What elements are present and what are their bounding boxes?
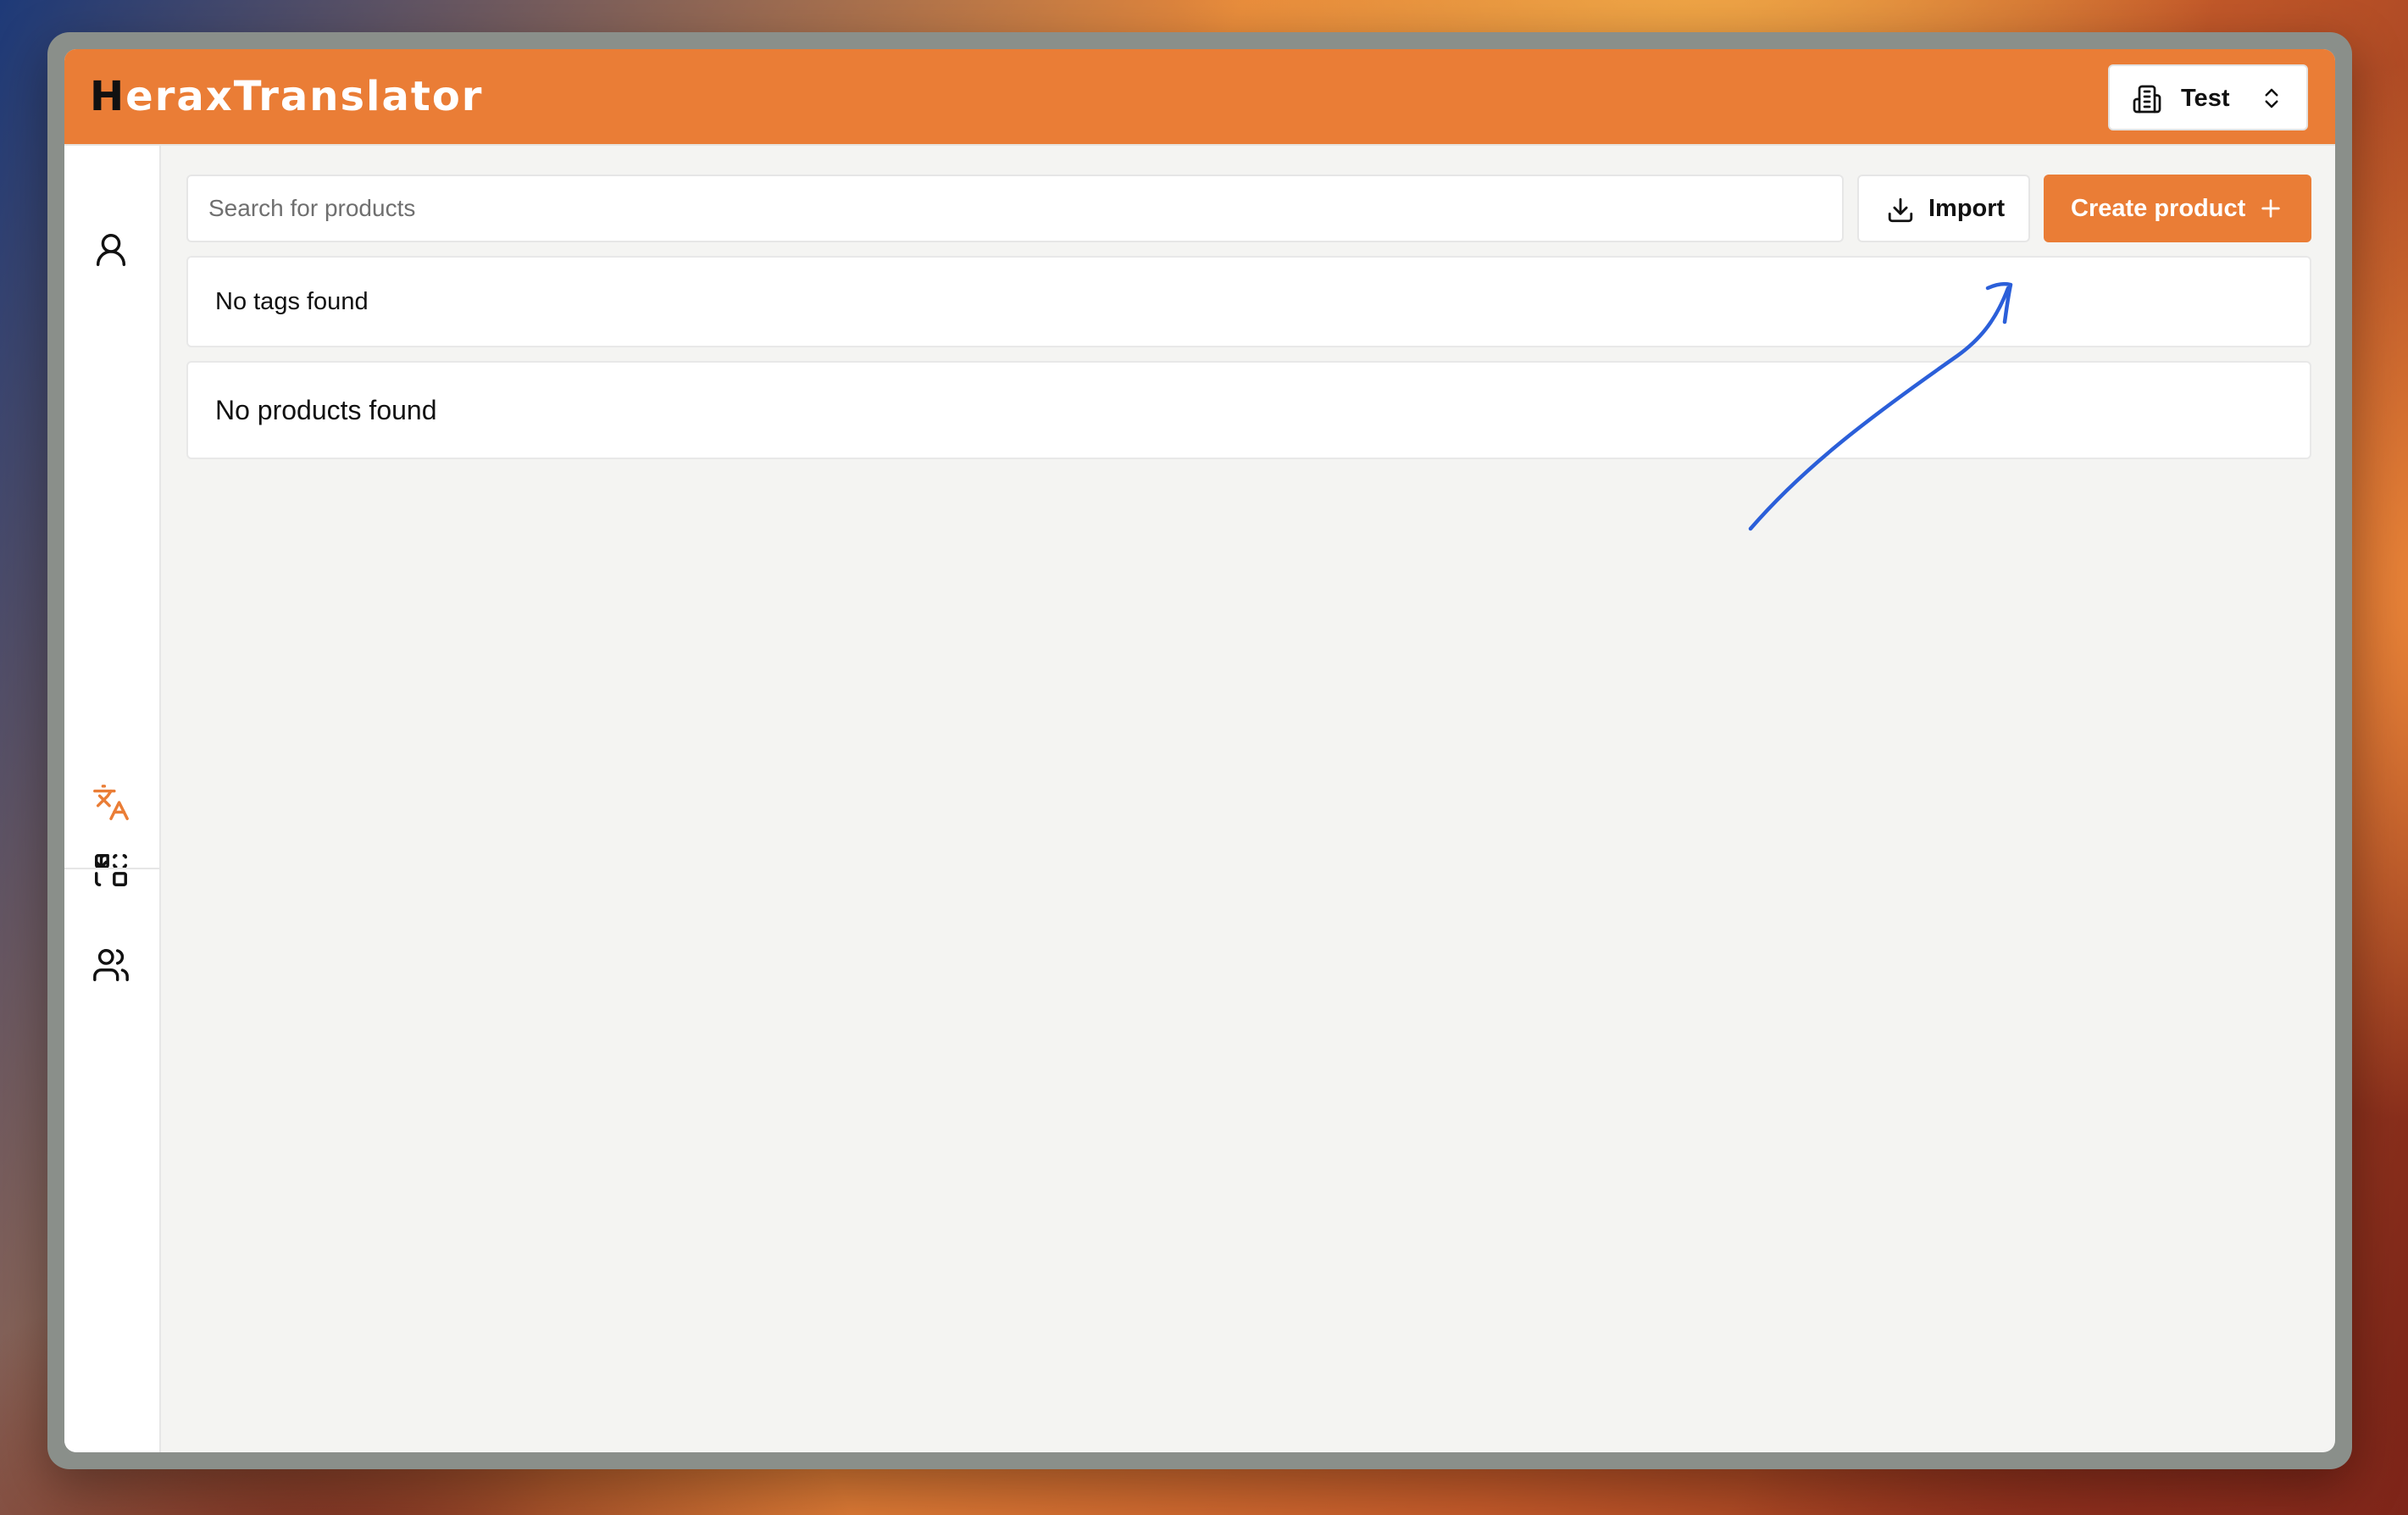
import-button-label: Import: [1928, 195, 2006, 222]
create-product-button[interactable]: Create product: [2044, 175, 2311, 242]
app-logo[interactable]: HeraxTranslator: [90, 73, 483, 120]
user-icon: [96, 234, 126, 266]
sidebar: [64, 146, 161, 1452]
building-icon: [2133, 85, 2161, 114]
sidebar-item-team[interactable]: [92, 946, 130, 985]
import-button[interactable]: Import: [1857, 175, 2030, 242]
logo-mark: H: [90, 73, 126, 120]
organization-selector[interactable]: Test: [2108, 64, 2308, 130]
search-input[interactable]: [186, 175, 1844, 242]
plus-icon: [2261, 199, 2280, 218]
app-root: HeraxTranslator Test Search for products…: [64, 49, 2335, 1452]
logo-text: eraxTranslator: [125, 73, 484, 120]
app-window: HeraxTranslator Test Search for products…: [47, 32, 2352, 1469]
organization-name: Test: [2181, 85, 2230, 112]
chevrons-up-down-icon: [2265, 88, 2278, 108]
annotation-arrow: [1748, 281, 2013, 531]
sidebar-divider: [64, 868, 159, 869]
sidebar-item-layouts[interactable]: [92, 851, 130, 890]
sidebar-item-translations[interactable]: [92, 783, 130, 822]
sidebar-item-profile[interactable]: [92, 230, 130, 269]
create-product-label: Create product: [2071, 195, 2246, 222]
top-bar: HeraxTranslator Test: [64, 49, 2335, 146]
download-icon: [1888, 197, 1913, 223]
tags-empty-message: No tags found: [215, 288, 369, 315]
layout-switch-icon: [95, 854, 127, 886]
users-icon: [93, 949, 129, 981]
translate-icon: [93, 785, 129, 820]
products-empty-message: No products found: [215, 395, 437, 425]
